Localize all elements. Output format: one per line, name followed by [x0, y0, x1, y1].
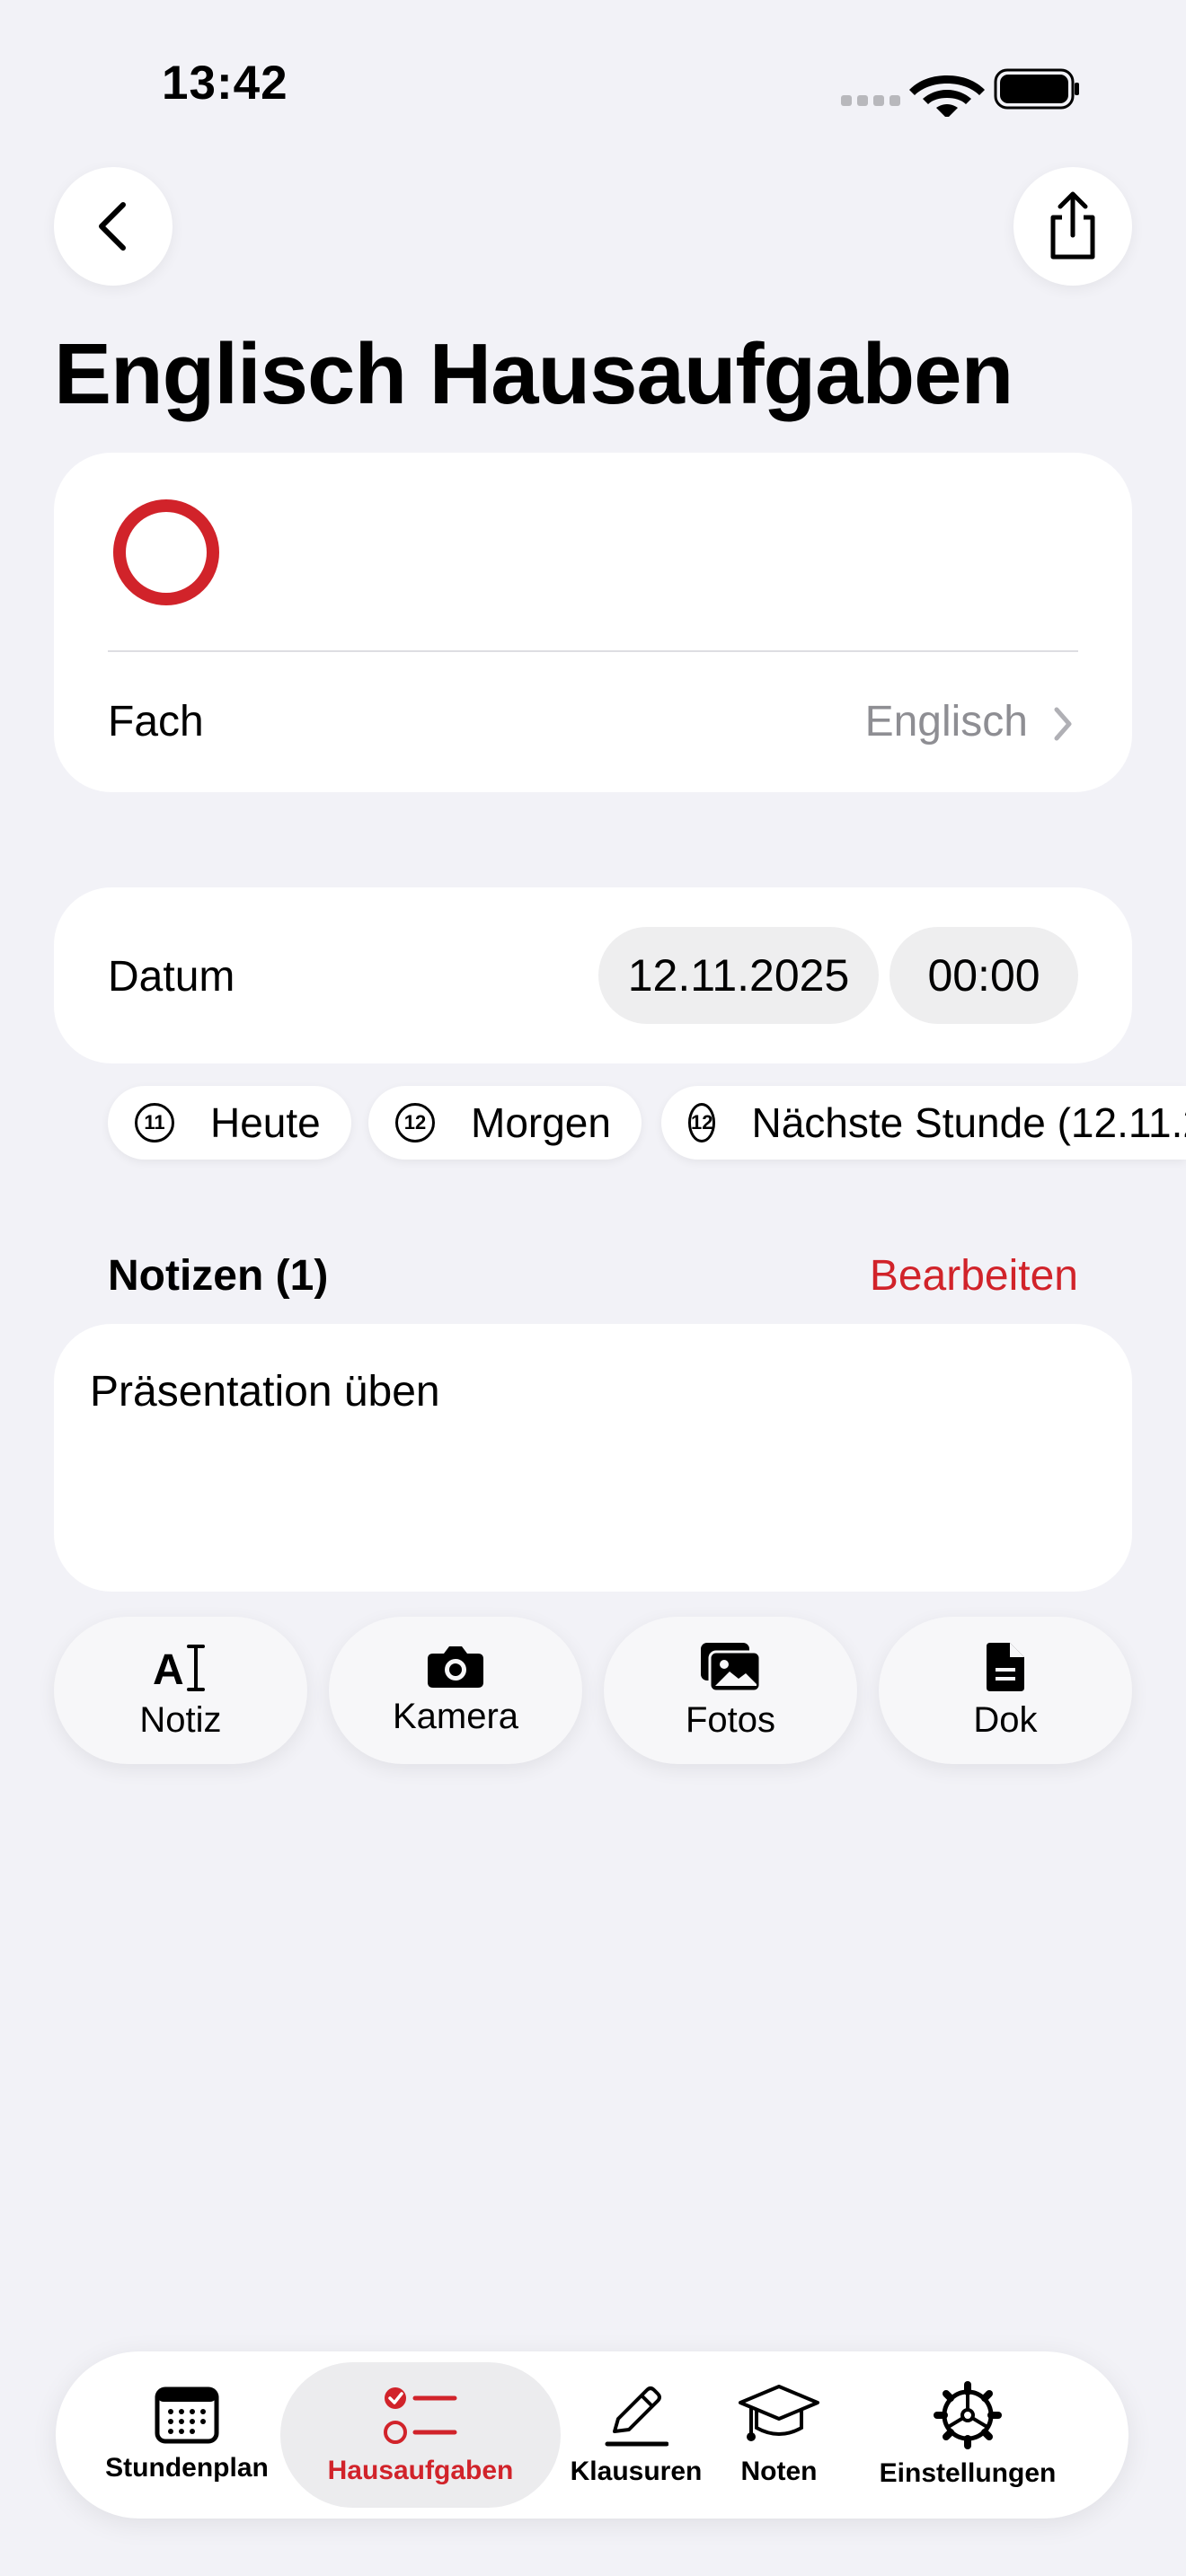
page-title: Englisch Hausaufgaben — [54, 326, 1013, 422]
battery-icon — [994, 68, 1079, 110]
add-note-button[interactable]: A Notiz — [54, 1617, 307, 1764]
share-button[interactable] — [1013, 167, 1132, 286]
calendar-day-icon: 12 — [688, 1103, 716, 1142]
tab-stundenplan[interactable]: Stundenplan — [92, 2351, 282, 2519]
document-icon — [987, 1642, 1024, 1691]
tab-label: Klausuren — [570, 2457, 703, 2486]
quick-date-next-lesson[interactable]: 12 Nächste Stunde (12.11.2025) — [661, 1086, 1186, 1160]
note-content: Präsentation üben — [90, 1368, 440, 1416]
status-icons — [836, 63, 1080, 119]
quick-date-today[interactable]: 11 Heute — [108, 1086, 351, 1160]
tab-einstellungen[interactable]: Einstellungen — [864, 2351, 1071, 2519]
camera-button[interactable]: Kamera — [329, 1617, 582, 1764]
date-label: Datum — [108, 953, 235, 1001]
action-label: Fotos — [685, 1699, 776, 1740]
subject-label: Fach — [108, 698, 204, 745]
pencil-icon — [605, 2386, 668, 2447]
quick-date-label: Nächste Stunde (12.11.2025) — [751, 1099, 1186, 1146]
quick-date-tomorrow[interactable]: 12 Morgen — [368, 1086, 642, 1160]
share-icon — [1050, 191, 1095, 260]
tab-label: Einstellungen — [879, 2458, 1057, 2488]
completion-toggle[interactable] — [111, 498, 221, 607]
tab-bar: Stundenplan Hausaufgaben Klausuren Noten — [56, 2351, 1128, 2519]
tab-klausuren[interactable]: Klausuren — [561, 2351, 712, 2519]
graduation-cap-icon — [739, 2385, 819, 2441]
camera-icon — [428, 1645, 483, 1688]
action-label: Dok — [973, 1699, 1038, 1740]
gear-icon — [934, 2381, 1002, 2449]
checklist-icon — [384, 2387, 457, 2444]
date-card: Datum 12.11.2025 00:00 — [54, 887, 1132, 1063]
document-button[interactable]: Dok — [879, 1617, 1132, 1764]
chevron-left-icon — [99, 202, 126, 251]
action-label: Kamera — [392, 1696, 519, 1736]
chevron-right-icon — [1054, 707, 1072, 741]
task-card: Fach Englisch — [54, 453, 1132, 792]
subject-row[interactable]: Fach Englisch — [54, 652, 1132, 792]
empty-circle-icon — [113, 499, 219, 605]
date-picker[interactable]: 12.11.2025 — [598, 927, 879, 1024]
notes-header: Notizen (1) — [108, 1252, 329, 1300]
tab-hausaufgaben[interactable]: Hausaufgaben — [280, 2351, 561, 2519]
calendar-day-icon: 11 — [135, 1103, 174, 1142]
status-time: 13:42 — [162, 57, 288, 110]
cellular-icon — [841, 95, 900, 106]
tab-label: Stundenplan — [105, 2453, 269, 2483]
text-cursor-icon: A — [153, 1644, 205, 1693]
quick-date-label: Morgen — [471, 1099, 611, 1146]
svg-text:A: A — [153, 1646, 184, 1693]
photos-button[interactable]: Fotos — [604, 1617, 857, 1764]
notes-card[interactable]: Präsentation üben — [54, 1324, 1132, 1592]
notes-edit-button[interactable]: Bearbeiten — [870, 1251, 1078, 1301]
action-label: Notiz — [139, 1699, 222, 1740]
tab-noten[interactable]: Noten — [712, 2351, 846, 2519]
subject-value: Englisch — [864, 698, 1028, 745]
wifi-icon — [909, 75, 985, 119]
quick-date-label: Heute — [210, 1099, 321, 1146]
calendar-icon — [155, 2386, 219, 2444]
tab-label: Hausaufgaben — [327, 2456, 514, 2485]
time-picker[interactable]: 00:00 — [890, 927, 1078, 1024]
calendar-day-icon: 12 — [395, 1103, 435, 1142]
back-button[interactable] — [54, 167, 173, 286]
tab-label: Noten — [740, 2457, 818, 2486]
photos-icon — [701, 1642, 762, 1692]
